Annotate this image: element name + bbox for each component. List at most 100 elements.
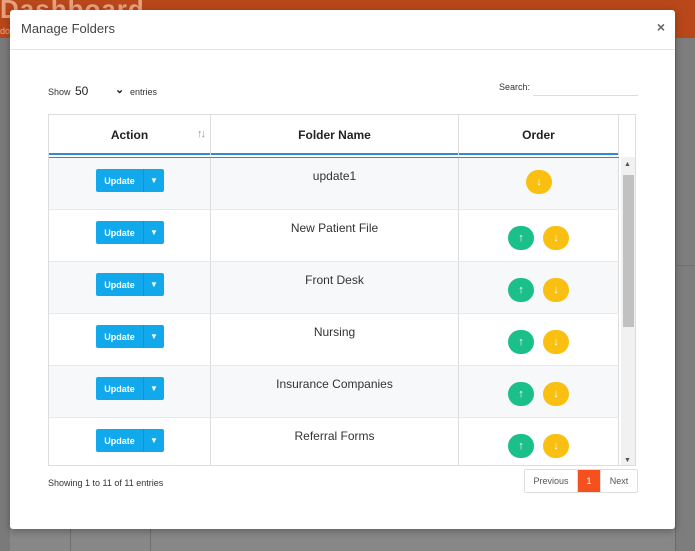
background-right-panel <box>675 38 695 551</box>
caret-down-icon[interactable]: ▼ <box>144 325 164 348</box>
caret-down-icon[interactable]: ▼ <box>144 169 164 192</box>
update-button[interactable]: Update <box>96 429 144 452</box>
move-down-button[interactable]: ↓ <box>543 382 569 406</box>
arrow-up-icon: ↑ <box>518 440 524 452</box>
table-header: Action ↑↓ Folder Name Order <box>49 115 619 155</box>
table-row: Update ▼ Nursing ↑ ↓ <box>49 314 619 366</box>
arrow-down-icon: ↓ <box>536 176 542 188</box>
column-header-label: Folder Name <box>298 128 371 142</box>
caret-down-icon[interactable]: ▼ <box>144 429 164 452</box>
previous-page-button[interactable]: Previous <box>525 470 578 492</box>
arrow-up-icon: ↑ <box>518 284 524 296</box>
show-label: Show <box>48 87 71 97</box>
search-label: Search: <box>499 82 531 92</box>
folders-table: Action ↑↓ Folder Name Order Update ▼ upd… <box>48 114 636 466</box>
move-down-button[interactable]: ↓ <box>543 226 569 250</box>
order-cell: ↑ ↓ <box>459 418 619 465</box>
table-row: Update ▼ Front Desk ↑ ↓ <box>49 262 619 314</box>
order-cell: ↑ ↓ <box>459 314 619 365</box>
update-button-group: Update ▼ <box>96 221 164 244</box>
scroll-down-icon[interactable]: ▼ <box>624 457 631 464</box>
move-up-button[interactable]: ↑ <box>508 434 534 458</box>
action-cell: Update ▼ <box>49 158 211 209</box>
arrow-down-icon: ↓ <box>553 284 559 296</box>
entries-select-value: 50 <box>75 84 89 98</box>
update-button[interactable]: Update <box>96 221 144 244</box>
pagination: Previous 1 Next <box>524 469 638 493</box>
update-button-group: Update ▼ <box>96 325 164 348</box>
move-up-button[interactable]: ↑ <box>508 226 534 250</box>
page-number-button[interactable]: 1 <box>578 470 600 492</box>
move-up-button[interactable]: ↑ <box>508 278 534 302</box>
background-grid-line <box>70 529 71 551</box>
background-app-subtitle: do <box>0 26 11 36</box>
close-icon[interactable]: × <box>657 19 665 35</box>
table-scrollbar[interactable]: ▲ ▼ <box>621 157 635 465</box>
modal-header: Manage Folders × <box>10 10 675 50</box>
sort-icon[interactable]: ↑↓ <box>197 128 206 140</box>
update-button[interactable]: Update <box>96 325 144 348</box>
move-down-button[interactable]: ↓ <box>543 330 569 354</box>
background-grid-line <box>150 529 151 551</box>
update-button-group: Update ▼ <box>96 169 164 192</box>
update-button-group: Update ▼ <box>96 429 164 452</box>
background-left-strip <box>0 38 10 551</box>
folder-name: New Patient File <box>211 210 459 261</box>
entries-label: entries <box>130 87 158 97</box>
folder-name: update1 <box>211 158 459 209</box>
move-up-button[interactable]: ↑ <box>508 330 534 354</box>
arrow-up-icon: ↑ <box>518 336 524 348</box>
caret-down-icon[interactable]: ▼ <box>144 273 164 296</box>
table-row: Update ▼ update1 ↓ <box>49 158 619 210</box>
move-down-button[interactable]: ↓ <box>543 434 569 458</box>
arrow-down-icon: ↓ <box>553 232 559 244</box>
caret-down-icon[interactable]: ▼ <box>144 221 164 244</box>
arrow-down-icon: ↓ <box>553 388 559 400</box>
order-cell: ↓ <box>459 158 619 209</box>
arrow-up-icon: ↑ <box>518 232 524 244</box>
column-header-label: Order <box>522 128 555 142</box>
column-header-folder-name[interactable]: Folder Name <box>211 115 459 155</box>
action-cell: Update ▼ <box>49 314 211 365</box>
scroll-up-icon[interactable]: ▲ <box>624 161 631 168</box>
update-button[interactable]: Update <box>96 377 144 400</box>
action-cell: Update ▼ <box>49 366 211 417</box>
table-info: Showing 1 to 11 of 11 entries <box>48 478 164 488</box>
arrow-up-icon: ↑ <box>518 388 524 400</box>
column-header-action[interactable]: Action ↑↓ <box>49 115 211 155</box>
update-button[interactable]: Update <box>96 273 144 296</box>
update-button-group: Update ▼ <box>96 273 164 296</box>
move-down-button[interactable]: ↓ <box>543 278 569 302</box>
chevron-down-icon: ⌄ <box>115 84 125 96</box>
next-page-button[interactable]: Next <box>600 470 637 492</box>
table-body: Update ▼ update1 ↓ Update ▼ New Patient <box>49 157 619 465</box>
entries-per-page-select[interactable]: 50 ⌄ <box>75 82 128 100</box>
folder-name: Insurance Companies <box>211 366 459 417</box>
table-row: Update ▼ Referral Forms ↑ ↓ <box>49 418 619 465</box>
arrow-down-icon: ↓ <box>553 336 559 348</box>
order-cell: ↑ ↓ <box>459 262 619 313</box>
folder-name: Nursing <box>211 314 459 365</box>
column-header-order[interactable]: Order <box>459 115 619 155</box>
move-up-button[interactable]: ↑ <box>508 382 534 406</box>
order-cell: ↑ ↓ <box>459 210 619 261</box>
table-row: Update ▼ Insurance Companies ↑ ↓ <box>49 366 619 418</box>
folder-name: Referral Forms <box>211 418 459 465</box>
order-cell: ↑ ↓ <box>459 366 619 417</box>
caret-down-icon[interactable]: ▼ <box>144 377 164 400</box>
modal-title: Manage Folders <box>21 21 115 36</box>
update-button-group: Update ▼ <box>96 377 164 400</box>
manage-folders-modal: Manage Folders × Show 50 ⌄ entries Searc… <box>10 10 675 529</box>
action-cell: Update ▼ <box>49 418 211 465</box>
column-header-label: Action <box>110 128 149 142</box>
action-cell: Update ▼ <box>49 210 211 261</box>
table-row: Update ▼ New Patient File ↑ ↓ <box>49 210 619 262</box>
scrollbar-thumb[interactable] <box>623 175 634 327</box>
folder-name: Front Desk <box>211 262 459 313</box>
update-button[interactable]: Update <box>96 169 144 192</box>
search-input[interactable] <box>533 80 638 96</box>
background-grid-line <box>675 265 695 266</box>
move-down-button[interactable]: ↓ <box>526 170 552 194</box>
arrow-down-icon: ↓ <box>553 440 559 452</box>
action-cell: Update ▼ <box>49 262 211 313</box>
